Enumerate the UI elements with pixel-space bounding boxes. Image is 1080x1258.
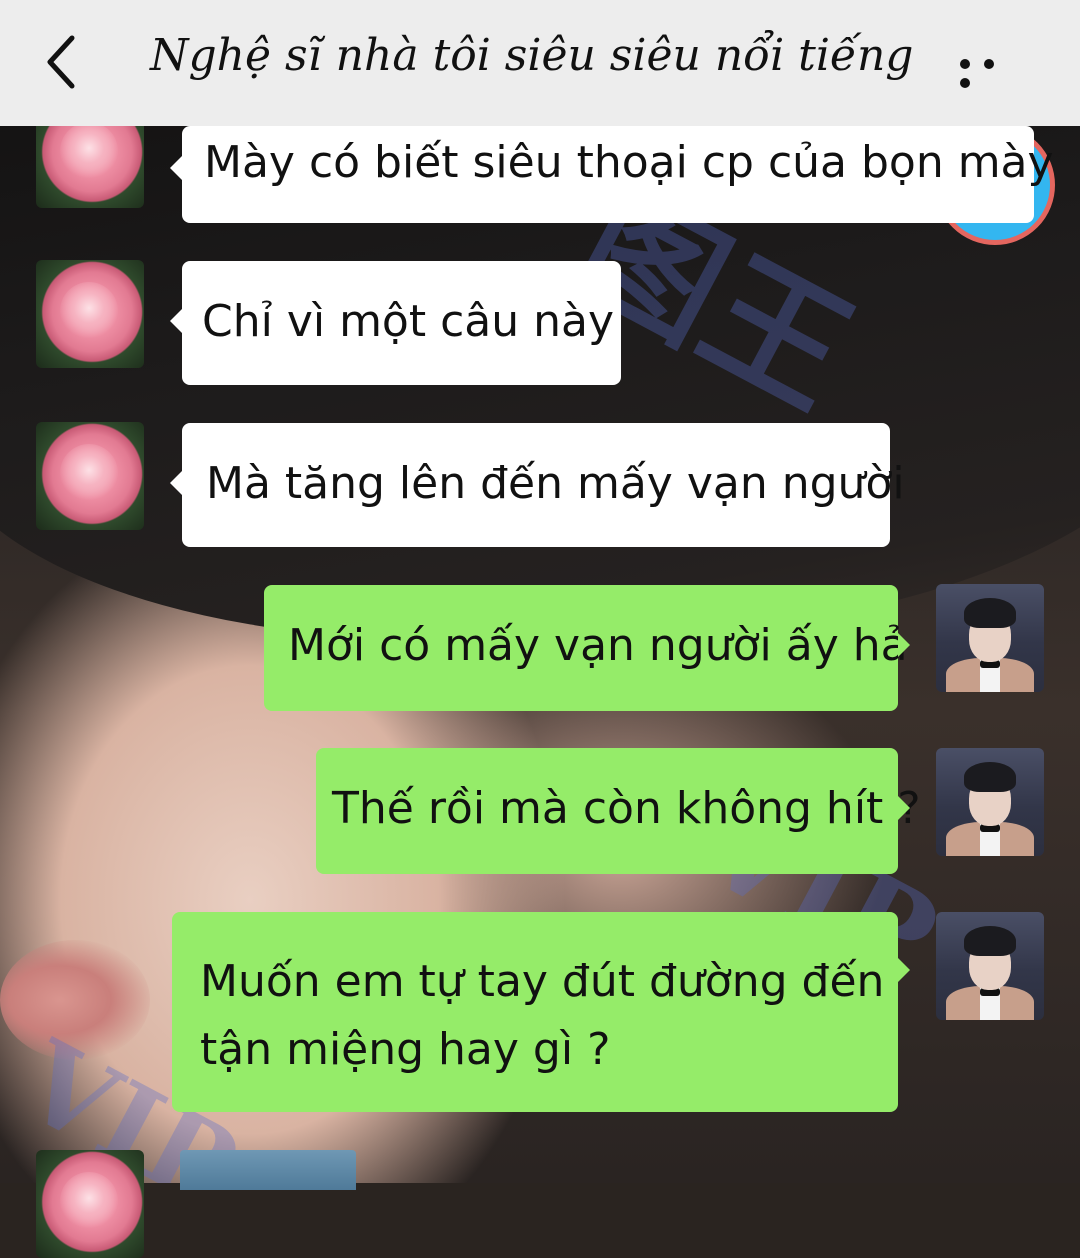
- message-text: Chỉ vì một câu này: [202, 296, 615, 347]
- rose-avatar[interactable]: [36, 1150, 144, 1258]
- message-text: Mày có biết siêu thoại cp của bọn mày: [204, 137, 1054, 188]
- chat-title: Nghệ sĩ nhà tôi siêu siêu nổi tiếng: [150, 30, 914, 81]
- message-bubble[interactable]: Mới có mấy vạn người ấy hả: [264, 585, 910, 711]
- message-bubble[interactable]: Mà tăng lên đến mấy vạn người: [170, 423, 905, 547]
- more-horizontal-icon[interactable]: [960, 54, 1030, 88]
- rose-avatar[interactable]: [36, 422, 144, 530]
- message-text: Mới có mấy vạn người ấy hả: [288, 620, 908, 671]
- message-bubble[interactable]: Muốn em tự tay đút đường đến tận miệng h…: [172, 912, 910, 1112]
- chat-header: Nghệ sĩ nhà tôi siêu siêu nổi tiếng: [0, 0, 1080, 126]
- message-text: Thế rồi mà còn không hít ?: [332, 783, 921, 834]
- man-avatar[interactable]: [936, 912, 1044, 1020]
- message-text: Mà tăng lên đến mấy vạn người: [206, 458, 905, 509]
- message-bubble[interactable]: Chỉ vì một câu này: [170, 261, 621, 385]
- message-text-line: tận miệng hay gì ?: [200, 1024, 611, 1075]
- man-avatar[interactable]: [936, 584, 1044, 692]
- image-message-thumbnail[interactable]: [180, 1150, 356, 1190]
- chevron-left-icon[interactable]: [40, 32, 84, 92]
- message-bubble[interactable]: Mày có biết siêu thoại cp của bọn mày: [170, 126, 1054, 223]
- man-avatar[interactable]: [936, 748, 1044, 856]
- rose-avatar[interactable]: [36, 260, 144, 368]
- message-bubble[interactable]: Thế rồi mà còn không hít ?: [316, 748, 921, 874]
- message-text-line: Muốn em tự tay đút đường đến: [200, 956, 885, 1007]
